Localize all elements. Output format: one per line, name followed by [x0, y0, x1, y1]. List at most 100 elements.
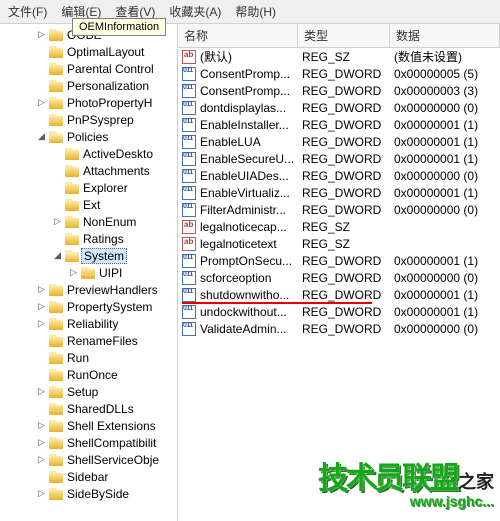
tree-expander-icon[interactable]: ▷ — [36, 301, 47, 312]
list-row[interactable]: ConsentPromp...REG_DWORD0x00000003 (3) — [178, 82, 500, 99]
tree-label: Ext — [81, 198, 102, 212]
tree-expander-icon[interactable]: ▷ — [36, 488, 47, 499]
list-row[interactable]: EnableLUAREG_DWORD0x00000001 (1) — [178, 133, 500, 150]
tree-expander-icon[interactable]: ◢ — [52, 250, 63, 261]
tree-expander-icon[interactable]: ◢ — [36, 131, 47, 142]
tree-expander-icon[interactable]: ▷ — [68, 267, 79, 278]
tree-expander-icon[interactable]: ▷ — [36, 386, 47, 397]
folder-icon — [49, 488, 63, 500]
value-data: 0x00000001 (1) — [394, 118, 500, 132]
dword-value-icon — [182, 254, 196, 268]
list-row[interactable]: legalnoticetextREG_SZ — [178, 235, 500, 252]
tree-item[interactable]: ▷UIPI — [4, 264, 177, 281]
tree-expander-icon[interactable]: ▷ — [36, 437, 47, 448]
folder-icon — [49, 471, 63, 483]
tree-item[interactable]: ▷ PropertySystem — [4, 298, 177, 315]
col-header-name[interactable]: 名称 — [178, 24, 298, 47]
value-data: 0x00000000 (0) — [394, 271, 500, 285]
tree-expander-icon[interactable]: ▷ — [36, 420, 47, 431]
tree-item[interactable]: ▷RenameFiles — [4, 332, 177, 349]
list-row[interactable]: legalnoticecap...REG_SZ — [178, 218, 500, 235]
tree-item[interactable]: ▷PnPSysprep — [4, 111, 177, 128]
list-row[interactable]: PromptOnSecu...REG_DWORD0x00000001 (1) — [178, 252, 500, 269]
menu-help[interactable]: 帮助(H) — [235, 3, 276, 20]
list-body[interactable]: (默认)REG_SZ(数值未设置)ConsentPromp...REG_DWOR… — [178, 48, 500, 521]
value-data: 0x00000001 (1) — [394, 186, 500, 200]
value-data: 0x00000001 (1) — [394, 254, 500, 268]
list-row[interactable]: shutdownwitho...REG_DWORD0x00000001 (1) — [178, 286, 500, 303]
tree-item[interactable]: ▷SideBySide — [4, 485, 177, 502]
value-type: REG_DWORD — [302, 67, 394, 81]
list-row[interactable]: (默认)REG_SZ(数值未设置) — [178, 48, 500, 65]
folder-icon — [49, 63, 63, 75]
list-row[interactable]: FilterAdministr...REG_DWORD0x00000000 (0… — [178, 201, 500, 218]
tree-item[interactable]: ▷Shell Extensions — [4, 417, 177, 434]
tree-expander-icon[interactable]: ▷ — [36, 29, 47, 40]
tree-item[interactable]: ▷RunOnce — [4, 366, 177, 383]
folder-icon — [49, 284, 63, 296]
list-row[interactable]: EnableUIADes...REG_DWORD0x00000000 (0) — [178, 167, 500, 184]
value-type: REG_DWORD — [302, 305, 394, 319]
folder-icon — [65, 216, 79, 228]
tree-item[interactable]: ▷NonEnum — [4, 213, 177, 230]
tree-item[interactable]: ◢Policies — [4, 128, 177, 145]
string-value-icon — [182, 237, 196, 251]
tree-label: Run — [65, 351, 91, 365]
tree-expander-icon[interactable]: ▷ — [52, 216, 63, 227]
tree-item[interactable]: ▷Ext — [4, 196, 177, 213]
tree-item[interactable]: ▷ShellServiceObje — [4, 451, 177, 468]
tree-label: OptimalLayout — [65, 45, 146, 59]
list-row[interactable]: EnableVirtualiz...REG_DWORD0x00000001 (1… — [178, 184, 500, 201]
list-row[interactable]: undockwithout...REG_DWORD0x00000001 (1) — [178, 303, 500, 320]
tree-item[interactable]: ▷PreviewHandlers — [4, 281, 177, 298]
value-name: legalnoticetext — [200, 237, 277, 251]
folder-icon — [81, 267, 95, 279]
tree-item[interactable]: ▷PhotoPropertyH — [4, 94, 177, 111]
menu-file[interactable]: 文件(F) — [8, 3, 47, 20]
tree-item[interactable]: ◢System — [4, 247, 177, 264]
list-row[interactable]: EnableInstaller...REG_DWORD0x00000001 (1… — [178, 116, 500, 133]
tree-item[interactable]: ▷Personalization — [4, 77, 177, 94]
menu-fav[interactable]: 收藏夹(A) — [169, 3, 221, 20]
value-name: shutdownwitho... — [200, 288, 289, 302]
folder-icon — [49, 318, 63, 330]
tree-item[interactable]: ▷ActiveDeskto — [4, 145, 177, 162]
tree-item[interactable]: ▷Run — [4, 349, 177, 366]
value-type: REG_DWORD — [302, 101, 394, 115]
list-row[interactable]: scforceoptionREG_DWORD0x00000000 (0) — [178, 269, 500, 286]
tree-item[interactable]: ▷Sidebar — [4, 468, 177, 485]
col-header-type[interactable]: 类型 — [298, 24, 390, 47]
tree-item[interactable]: ▷Ratings — [4, 230, 177, 247]
folder-icon — [49, 97, 63, 109]
tree-item[interactable]: ▷Explorer — [4, 179, 177, 196]
value-type: REG_DWORD — [302, 322, 394, 336]
tree-item[interactable]: ▷Reliability — [4, 315, 177, 332]
tree-view[interactable]: ▷OOBE▷OptimalLayout▷Parental Control▷Per… — [0, 24, 178, 521]
tree-expander-icon[interactable]: ▷ — [36, 454, 47, 465]
tree-expander-icon[interactable]: ▷ — [36, 318, 47, 329]
tree-expander-icon[interactable]: ▷ — [36, 97, 47, 108]
dword-value-icon — [182, 169, 196, 183]
folder-icon — [49, 437, 63, 449]
tree-item[interactable]: ▷OptimalLayout — [4, 43, 177, 60]
list-row[interactable]: ConsentPromp...REG_DWORD0x00000005 (5) — [178, 65, 500, 82]
value-data: 0x00000001 (1) — [394, 135, 500, 149]
tree-item[interactable]: ▷SharedDLLs — [4, 400, 177, 417]
tree-expander-icon[interactable]: ▷ — [36, 284, 47, 295]
folder-icon — [49, 46, 63, 58]
list-row[interactable]: ValidateAdmin...REG_DWORD0x00000000 (0) — [178, 320, 500, 337]
value-name: ConsentPromp... — [200, 84, 290, 98]
tree-item[interactable]: ▷Parental Control — [4, 60, 177, 77]
folder-icon — [65, 182, 79, 194]
list-row[interactable]: EnableSecureU...REG_DWORD0x00000001 (1) — [178, 150, 500, 167]
col-header-data[interactable]: 数据 — [390, 24, 500, 47]
list-row[interactable]: dontdisplaylas...REG_DWORD0x00000000 (0) — [178, 99, 500, 116]
value-name: FilterAdministr... — [200, 203, 286, 217]
tree-item[interactable]: ▷Setup — [4, 383, 177, 400]
folder-icon — [49, 80, 63, 92]
value-type: REG_DWORD — [302, 135, 394, 149]
tree-item[interactable]: ▷ShellCompatibilit — [4, 434, 177, 451]
tree-label: PropertySystem — [65, 300, 154, 314]
tree-item[interactable]: ▷Attachments — [4, 162, 177, 179]
tree-label: ActiveDeskto — [81, 147, 155, 161]
